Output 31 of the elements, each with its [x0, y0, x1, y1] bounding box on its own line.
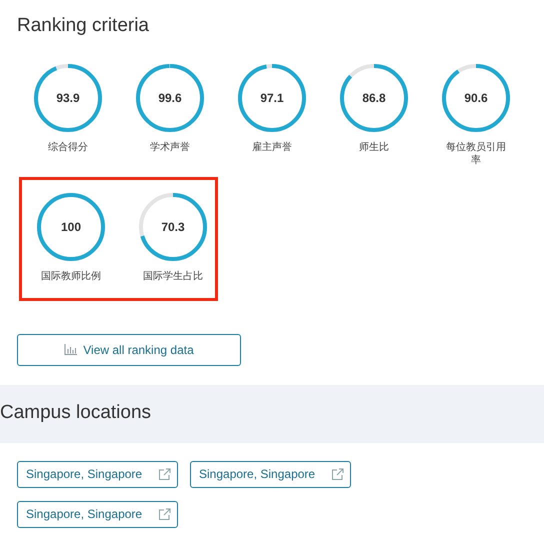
score-value: 97.1: [260, 90, 284, 104]
score-ring: [237, 62, 307, 132]
external-link-icon: [158, 508, 171, 520]
score-value: 93.9: [56, 90, 80, 104]
bar-chart-icon: [64, 344, 78, 355]
score-ring: [138, 192, 208, 262]
score-ring: [36, 192, 106, 262]
section-title: Campus locations: [0, 401, 152, 426]
score-ring: [339, 62, 409, 132]
section-title: Ranking criteria: [17, 14, 150, 38]
criterion-label: 学术声誉: [149, 140, 191, 154]
score-value: 70.3: [161, 220, 185, 234]
view-ranking-button[interactable]: View all ranking data: [17, 334, 241, 366]
score-ring: [441, 62, 511, 132]
criterion-label: 国际教师比例: [40, 270, 102, 282]
location-link[interactable]: Singapore, Singapore: [190, 460, 351, 488]
criterion-label: 国际学生占比: [142, 270, 204, 282]
criterion-label: 师生比: [358, 140, 390, 154]
criterion-label: 雇主声誉: [251, 140, 293, 154]
score-value: 99.6: [158, 90, 182, 104]
criterion-label: 每位教员引用率: [445, 140, 507, 166]
score-ring: [135, 62, 205, 132]
score-ring: [33, 62, 103, 132]
location-link[interactable]: Singapore, Singapore: [17, 460, 178, 488]
score-value: 86.8: [362, 90, 386, 104]
external-link-icon: [331, 468, 344, 480]
score-value: 90.6: [464, 90, 488, 104]
score-value: 100: [60, 220, 82, 234]
location-link[interactable]: Singapore, Singapore: [17, 500, 178, 528]
criterion-label: 综合得分: [47, 140, 89, 154]
external-link-icon: [158, 468, 171, 480]
